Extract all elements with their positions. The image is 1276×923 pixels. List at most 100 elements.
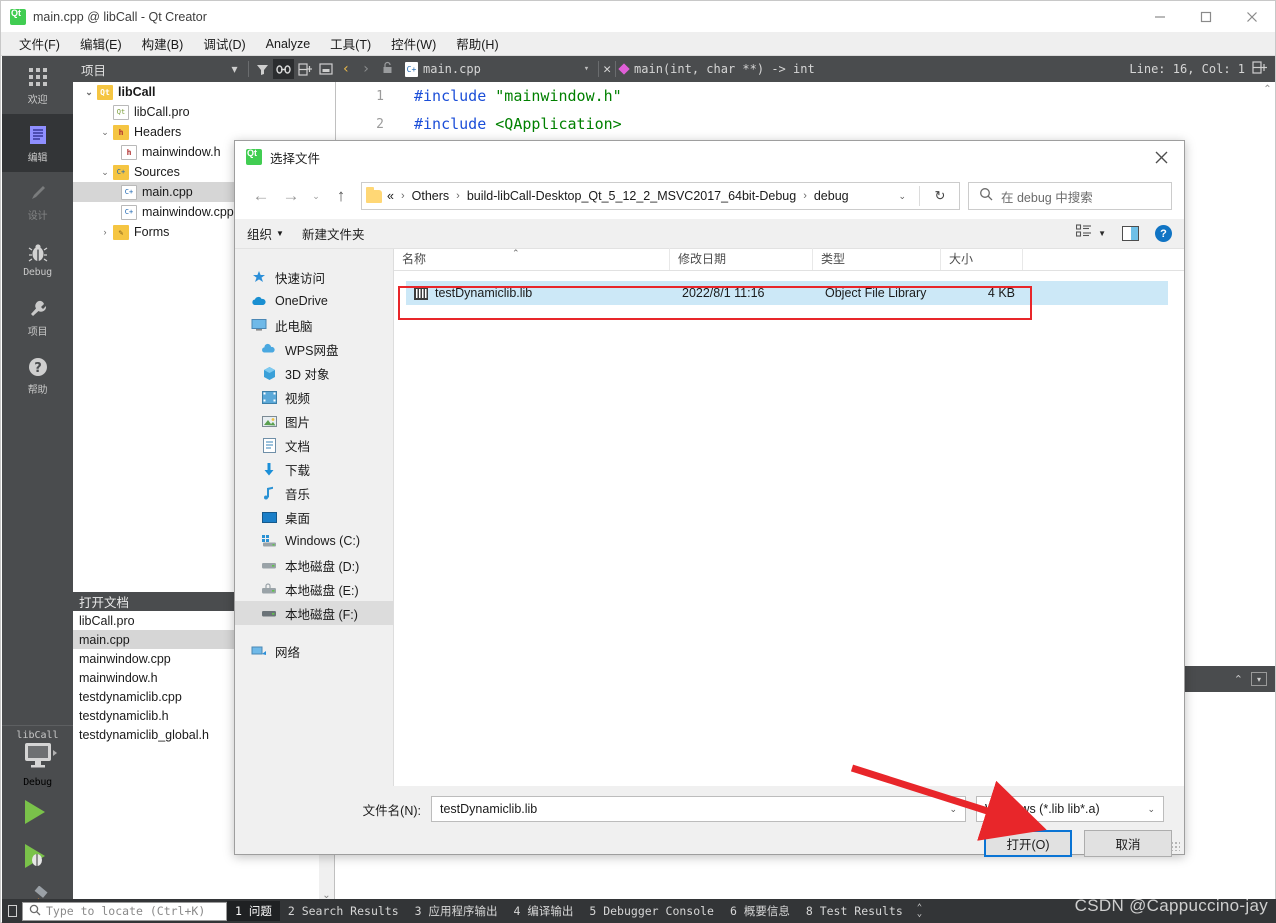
breadcrumb-build-dir[interactable]: build-libCall-Desktop_Qt_5_12_2_MSVC2017… — [467, 189, 796, 203]
close-document-icon[interactable]: ✕ — [603, 62, 611, 77]
go-forward-icon[interactable]: › — [356, 61, 376, 77]
organize-button[interactable]: 组织 ▼ — [247, 224, 284, 243]
locator-input[interactable]: Type to locate (Ctrl+K) — [22, 901, 227, 921]
chevron-down-icon[interactable]: ⌄ — [97, 127, 113, 138]
filter-icon[interactable] — [252, 59, 273, 79]
column-header-name[interactable]: 名称 — [394, 248, 670, 270]
menu-build[interactable]: 构建(B) — [132, 32, 194, 55]
go-back-icon[interactable]: ‹ — [336, 61, 356, 77]
filename-input[interactable]: testDynamiclib.lib ⌄ — [431, 796, 966, 822]
link-icon[interactable] — [273, 59, 294, 79]
place-wps-cloud[interactable]: WPS网盘 — [235, 337, 393, 361]
help-icon[interactable]: ? — [1155, 225, 1172, 242]
activity-welcome[interactable]: 欢迎 — [2, 56, 73, 114]
place-onedrive[interactable]: OneDrive — [235, 289, 393, 313]
statusbar-item-app-output[interactable]: 3 应用程序输出 — [407, 901, 506, 921]
chevron-down-icon[interactable]: ⌄ — [1147, 804, 1163, 815]
dialog-search-box[interactable]: 在 debug 中搜索 — [968, 182, 1172, 210]
menu-file[interactable]: 文件(F) — [9, 32, 70, 55]
column-header-type[interactable]: 类型 — [813, 248, 941, 270]
sidebar-scrollbar[interactable]: ⌄ — [319, 853, 335, 901]
chevron-down-icon[interactable]: ⌄ — [97, 167, 113, 178]
menu-debug[interactable]: 调试(D) — [193, 32, 255, 55]
activity-design[interactable]: 设计 — [2, 172, 73, 230]
statusbar-item-issues[interactable]: 1 问题 — [227, 901, 280, 921]
statusbar-more-icon[interactable]: ⌃ ⌄ — [911, 904, 922, 919]
back-button[interactable]: ← — [247, 182, 275, 210]
tree-node-headers[interactable]: ⌄ h Headers — [73, 122, 335, 142]
kit-selector[interactable]: Debug — [2, 741, 73, 790]
chevron-down-icon[interactable]: ⌄ — [949, 804, 965, 815]
up-button[interactable]: ↑ — [327, 182, 355, 210]
activity-edit[interactable]: 编辑 — [2, 114, 73, 172]
chevron-down-icon[interactable]: ⌄ — [81, 87, 97, 98]
place-3d-objects[interactable]: 3D 对象 — [235, 361, 393, 385]
statusbar-item-test-results[interactable]: 8 Test Results — [798, 902, 911, 920]
place-desktop[interactable]: 桌面 — [235, 505, 393, 529]
menu-tools[interactable]: 工具(T) — [320, 32, 381, 55]
place-downloads[interactable]: 下载 — [235, 457, 393, 481]
run-button[interactable] — [2, 790, 73, 834]
tree-node-libcall[interactable]: ⌄ Qt libCall — [73, 82, 335, 102]
places-sidebar[interactable]: 快速访问 OneDrive 此电脑 WPS网盘 3D 对象 视频 图片 文档 下… — [235, 249, 393, 786]
code-content[interactable]: #include "mainwindow.h" #include <QAppli… — [414, 82, 622, 138]
breadcrumb-debug[interactable]: debug — [814, 189, 849, 203]
lock-icon[interactable] — [376, 61, 399, 77]
open-button[interactable]: 打开(O) — [984, 830, 1072, 857]
start-debugging-button[interactable] — [2, 834, 73, 878]
activity-help[interactable]: ? 帮助 — [2, 346, 73, 404]
forward-button[interactable]: → — [277, 182, 305, 210]
statusbar-item-general-messages[interactable]: 6 概要信息 — [722, 901, 798, 921]
place-quick-access[interactable]: 快速访问 — [235, 265, 393, 289]
chevron-down-icon[interactable]: ▾ — [579, 64, 594, 74]
place-windows-c[interactable]: Windows (C:) — [235, 529, 393, 553]
place-local-disk-f[interactable]: 本地磁盘 (F:) — [235, 601, 393, 625]
statusbar-item-search-results[interactable]: 2 Search Results — [280, 902, 407, 920]
toggle-sidebar-icon[interactable] — [2, 899, 22, 923]
chevron-down-icon[interactable]: ▾ — [224, 59, 245, 79]
scroll-up-icon[interactable]: ⌃ — [1260, 82, 1275, 95]
pane-options-icon[interactable]: ▾ — [1251, 672, 1267, 686]
menu-edit[interactable]: 编辑(E) — [70, 32, 132, 55]
address-bar[interactable]: « › Others › build-libCall-Desktop_Qt_5_… — [361, 182, 960, 210]
place-music[interactable]: 音乐 — [235, 481, 393, 505]
place-local-disk-e[interactable]: 本地磁盘 (E:) — [235, 577, 393, 601]
column-header-size[interactable]: 大小 — [941, 248, 1023, 270]
activity-debug[interactable]: Debug — [2, 230, 73, 288]
collapse-pane-icon[interactable]: ⌃ — [1234, 673, 1243, 686]
place-documents[interactable]: 文档 — [235, 433, 393, 457]
chevron-right-icon[interactable]: › — [97, 227, 113, 237]
menu-analyze[interactable]: Analyze — [256, 35, 320, 53]
chevron-down-icon[interactable]: ⌄ — [890, 191, 914, 202]
minimize-button[interactable] — [1137, 1, 1183, 32]
place-pictures[interactable]: 图片 — [235, 409, 393, 433]
editor-tab-main-cpp[interactable]: C+ main.cpp — [399, 61, 487, 77]
table-row[interactable]: testDynamiclib.lib 2022/8/1 11:16 Object… — [406, 281, 1168, 305]
close-button[interactable] — [1229, 1, 1275, 32]
breadcrumb-others[interactable]: Others — [412, 189, 450, 203]
line-col-indicator[interactable]: Line: 16, Col: 1 — [1129, 62, 1245, 76]
dialog-close-button[interactable] — [1138, 141, 1184, 173]
split-icon[interactable] — [294, 59, 315, 79]
statusbar-item-debugger-console[interactable]: 5 Debugger Console — [581, 902, 722, 920]
place-this-pc[interactable]: 此电脑 — [235, 313, 393, 337]
place-local-disk-d[interactable]: 本地磁盘 (D:) — [235, 553, 393, 577]
column-header-date[interactable]: 修改日期 — [670, 248, 813, 270]
recent-locations-button[interactable]: ⌄ — [307, 182, 325, 210]
tree-node-libcall-pro[interactable]: Qt libCall.pro — [73, 102, 335, 122]
resize-grip[interactable] — [1170, 841, 1180, 851]
menu-widgets[interactable]: 控件(W) — [381, 32, 446, 55]
split-editor-icon[interactable] — [1252, 61, 1267, 77]
new-folder-button[interactable]: 新建文件夹 — [302, 224, 365, 243]
statusbar-item-compile-output[interactable]: 4 编译输出 — [506, 901, 582, 921]
preview-pane-icon[interactable] — [1122, 226, 1139, 241]
file-list-pane[interactable]: ⌃ 名称 修改日期 类型 大小 testDynamiclib.lib 2022/… — [393, 248, 1184, 786]
refresh-button[interactable]: ↻ — [925, 188, 955, 204]
minimize-pane-icon[interactable] — [315, 59, 336, 79]
place-network[interactable]: 网络 — [235, 639, 393, 663]
activity-projects[interactable]: 项目 — [2, 288, 73, 346]
place-videos[interactable]: 视频 — [235, 385, 393, 409]
editor-vertical-scrollbar[interactable]: ⌃ — [1260, 82, 1275, 853]
symbol-selector[interactable]: main(int, char **) -> int — [618, 62, 815, 76]
menu-help[interactable]: 帮助(H) — [446, 32, 508, 55]
